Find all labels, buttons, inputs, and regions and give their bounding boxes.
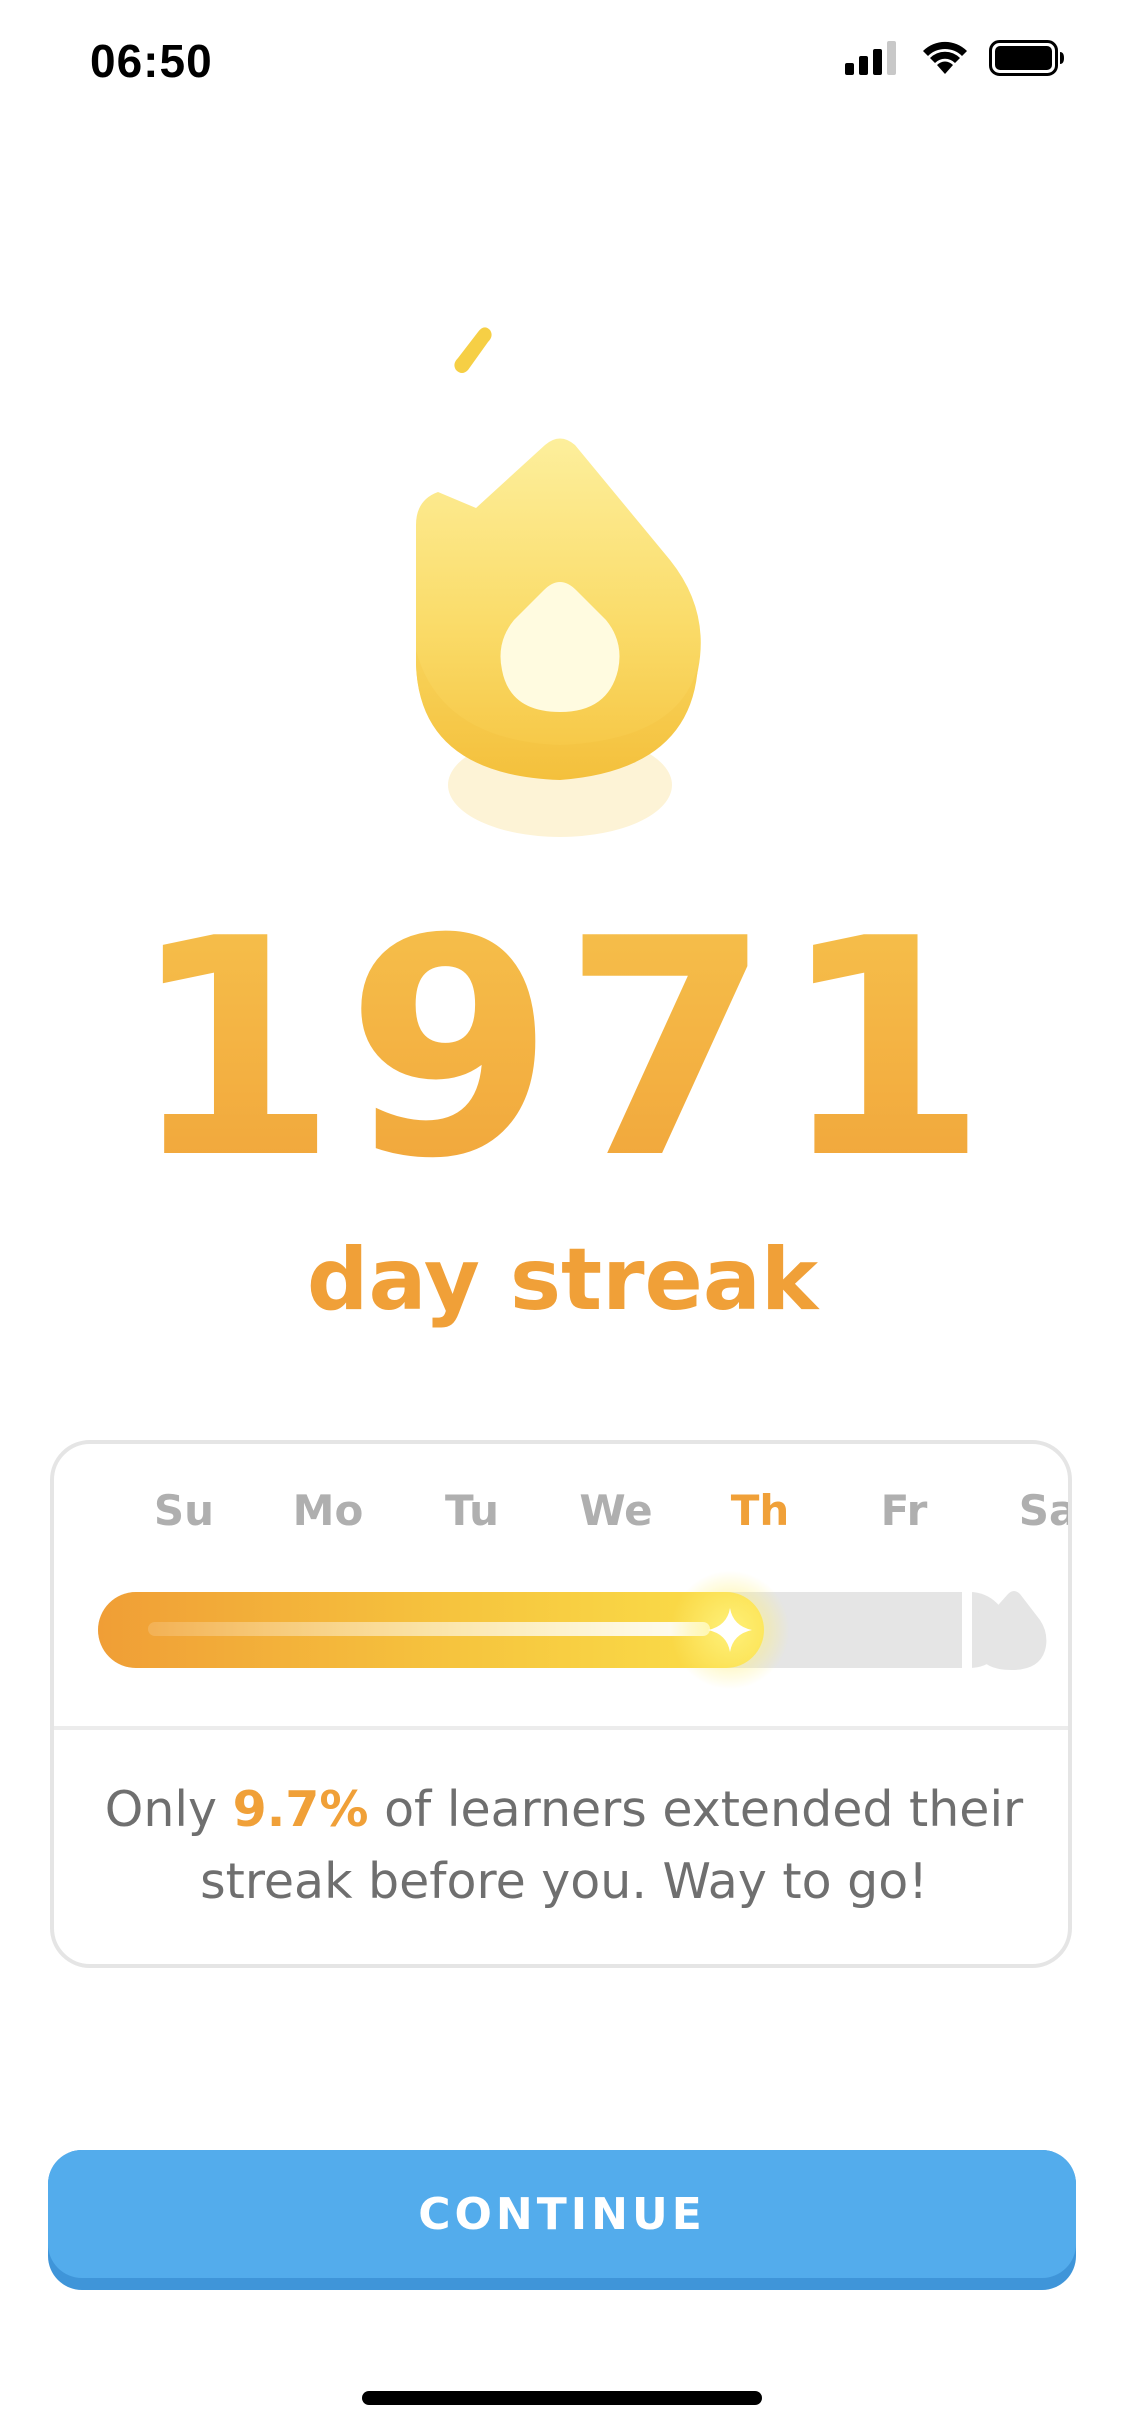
streak-progress-bar bbox=[98, 1570, 1008, 1690]
day-label-su: Su bbox=[153, 1486, 215, 1535]
goal-flame-icon bbox=[962, 1591, 1047, 1670]
weekly-streak-card: Su Mo Tu We Th Fr Sa Only 9.7% of learne… bbox=[50, 1440, 1072, 1968]
wifi-icon bbox=[923, 41, 967, 74]
day-label-sa: Sa bbox=[1018, 1486, 1072, 1535]
day-label-we: We bbox=[579, 1486, 653, 1535]
day-label-mo: Mo bbox=[292, 1486, 364, 1535]
message-prefix: Only bbox=[104, 1781, 233, 1838]
sparkle-icon bbox=[708, 1608, 752, 1652]
cellular-signal-icon bbox=[845, 41, 896, 75]
card-divider bbox=[54, 1726, 1068, 1730]
home-indicator[interactable] bbox=[362, 2391, 762, 2405]
streak-message: Only 9.7% of learners extended their str… bbox=[94, 1774, 1034, 1918]
day-label-tu: Tu bbox=[445, 1486, 499, 1535]
flame-icon bbox=[380, 320, 740, 860]
day-label-th: Th bbox=[730, 1486, 790, 1535]
continue-label: CONTINUE bbox=[418, 2188, 706, 2240]
weekday-row: Su Mo Tu We Th Fr Sa bbox=[54, 1486, 1068, 1546]
message-percentage: 9.7% bbox=[232, 1781, 369, 1838]
streak-count: 1971 bbox=[0, 890, 1125, 1210]
continue-button-face[interactable]: CONTINUE bbox=[48, 2150, 1076, 2278]
continue-button[interactable]: CONTINUE bbox=[48, 2150, 1076, 2290]
day-label-fr: Fr bbox=[880, 1486, 928, 1535]
status-icons bbox=[845, 40, 1065, 76]
status-time: 06:50 bbox=[90, 35, 213, 87]
streak-label: day streak bbox=[306, 1230, 819, 1330]
status-bar: 06:50 bbox=[0, 0, 1125, 120]
battery-icon bbox=[989, 40, 1064, 76]
progress-shine bbox=[148, 1622, 710, 1636]
